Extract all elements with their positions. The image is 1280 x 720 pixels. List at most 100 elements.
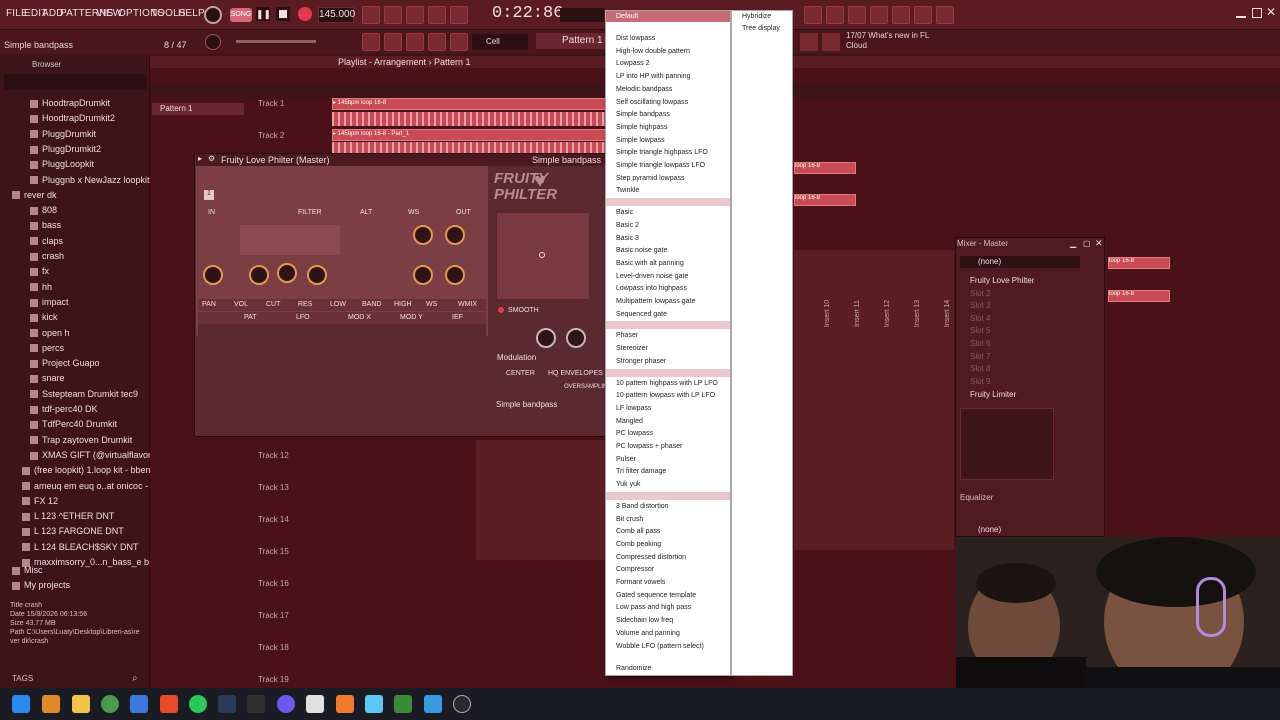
ws-amount-knob[interactable] [413, 225, 433, 245]
preset-menu-item[interactable]: Wobble LFO (pattern select) [616, 643, 704, 650]
dropdown-header[interactable]: Default [606, 11, 730, 22]
snap-select[interactable]: Cell [472, 34, 528, 50]
preset-menu-item[interactable]: Basic 3 [616, 235, 639, 242]
envelope-tab[interactable]: BAND [362, 301, 381, 308]
store-icon[interactable] [130, 695, 148, 713]
filter-type-panel[interactable] [240, 225, 340, 255]
rewind-icon[interactable] [406, 33, 424, 51]
playlist-icon[interactable] [362, 33, 380, 51]
hybridize-item[interactable]: Hybridize [742, 13, 771, 20]
vol-knob[interactable] [203, 265, 223, 285]
preset-menu-item[interactable]: Simple triangle highpass LFO [616, 149, 708, 156]
envelope-tab[interactable]: RES [298, 301, 312, 308]
windows-start-icon[interactable] [12, 695, 30, 713]
app-icon[interactable] [247, 695, 265, 713]
mod-x-knob[interactable] [536, 328, 556, 348]
preset-menu-item[interactable]: Formant vowels [616, 579, 665, 586]
preset-menu-item[interactable]: Comb all pass [616, 528, 660, 535]
envelope-tab[interactable]: WMIX [458, 301, 477, 308]
track-label[interactable]: Track 14 [258, 515, 289, 524]
cut-knob[interactable] [277, 263, 297, 283]
track-label[interactable]: Track 1 [258, 99, 284, 108]
tree-display-item[interactable]: Tree display [742, 25, 780, 32]
envelope-subtab[interactable]: LFO [296, 314, 310, 321]
track-label[interactable]: Track 16 [258, 579, 289, 588]
song-mode-indicator[interactable]: SONG [230, 8, 252, 22]
maximize-icon[interactable]: ▢ [1083, 239, 1091, 248]
preset-menu-item[interactable]: Simple bandpass [616, 111, 670, 118]
track-label[interactable]: Track 15 [258, 547, 289, 556]
mixer-slot[interactable]: Slot 2 [970, 289, 990, 298]
wait-input-icon[interactable] [384, 6, 402, 24]
app-icon-green[interactable] [394, 695, 412, 713]
browser-toggle-icon[interactable] [800, 33, 818, 51]
close-icon[interactable]: ✕ [1095, 238, 1103, 249]
track-label[interactable]: Track 13 [258, 483, 289, 492]
microphone-icon[interactable] [826, 6, 844, 24]
mixer-preset-select[interactable]: (none) [960, 256, 1080, 268]
preset-menu-item[interactable]: Simple triangle lowpass LFO [616, 162, 705, 169]
stop-icon[interactable] [276, 7, 290, 21]
preset-menu-item[interactable]: Twinkle [616, 187, 639, 194]
preset-menu-item[interactable]: Simple lowpass [616, 137, 665, 144]
news-icon[interactable] [822, 33, 840, 51]
preset-menu-item[interactable]: Basic [616, 209, 633, 216]
piano-roll-icon[interactable] [892, 6, 910, 24]
fl-studio-taskbar-icon[interactable] [42, 695, 60, 713]
mod-y-knob[interactable] [566, 328, 586, 348]
mixer-slot[interactable]: Slot 4 [970, 314, 990, 323]
master-pitch-slider[interactable] [236, 40, 316, 43]
randomize-item[interactable]: Randomize [616, 665, 651, 672]
hq-envelopes-label[interactable]: HQ ENVELOPES [548, 370, 603, 377]
info-icon[interactable] [914, 6, 932, 24]
steam-icon[interactable] [218, 695, 236, 713]
pan-knob[interactable] [445, 225, 465, 245]
menu-help[interactable]: HELP [178, 8, 205, 19]
plugin-gear-icon[interactable]: ⚙ [208, 154, 215, 163]
preset-menu-item[interactable]: PC lowpass [616, 430, 653, 437]
preset-menu-item[interactable]: Comb peaking [616, 541, 661, 548]
photos-icon[interactable] [424, 695, 442, 713]
out-vol-knob[interactable] [445, 265, 465, 285]
browser-file-item[interactable]: (free loopkit) 1.loop kit - bbeno [22, 465, 170, 480]
envelope-subtab[interactable]: IEF [452, 314, 463, 321]
track-label[interactable]: Track 17 [258, 611, 289, 620]
audio-clip[interactable]: loop 16-8 [794, 194, 856, 206]
save-icon[interactable] [870, 6, 888, 24]
master-volume-knob[interactable] [205, 34, 221, 50]
link-icon[interactable] [428, 33, 446, 51]
pattern-song-toggle[interactable] [204, 6, 222, 24]
preset-menu-item[interactable]: Compressed distortion [616, 554, 686, 561]
preset-menu-item[interactable]: High-low double pattern [616, 48, 690, 55]
envelope-editor[interactable] [198, 324, 486, 410]
browser-file-item[interactable]: L 124 BLEACH$SKY DNT [22, 542, 170, 557]
github-icon[interactable] [453, 695, 471, 713]
preset-menu-item[interactable]: Stereoizer [616, 345, 648, 352]
page-number[interactable]: 1 [204, 190, 214, 200]
preset-menu-item[interactable]: Self oscillating lowpass [616, 99, 688, 106]
preset-menu-item[interactable]: Gated sequence template [616, 592, 696, 599]
preset-menu-item[interactable]: Volume and panning [616, 630, 680, 637]
preset-menu-item[interactable]: Sidechain low freq [616, 617, 673, 624]
maximize-icon[interactable] [1252, 8, 1262, 18]
browser-folder-item[interactable]: rever dk [12, 190, 160, 205]
preset-menu-item[interactable]: Step pyramid lowpass [616, 175, 684, 182]
envelope-subtab[interactable]: PAT [244, 314, 257, 321]
chrome-icon[interactable] [101, 695, 119, 713]
mixer-slot[interactable]: Slot 9 [970, 377, 990, 386]
preset-menu-item[interactable]: Stronger phaser [616, 358, 666, 365]
envelope-subtab[interactable]: MOD X [348, 314, 371, 321]
plugin-menu-arrow-icon[interactable]: ▸ [198, 154, 202, 163]
minimize-icon[interactable]: ▁ [1070, 239, 1076, 248]
mixer-slot[interactable]: Slot 8 [970, 364, 990, 373]
plugin-preset-name[interactable]: Simple bandpass [532, 155, 601, 165]
tempo-display[interactable]: 145.000 [318, 7, 355, 23]
brave-icon[interactable] [160, 695, 178, 713]
audio-clip[interactable]: loop 16-8 [794, 162, 856, 174]
track-label[interactable]: Track 2 [258, 131, 284, 140]
preset-menu-item[interactable]: Lowpass into highpass [616, 285, 687, 292]
mixer-slot[interactable]: Slot 6 [970, 339, 990, 348]
preset-menu-item[interactable]: Basic noise gate [616, 247, 667, 254]
preset-menu-item[interactable]: LP into HP with panning [616, 73, 690, 80]
preset-menu-item[interactable]: Bit crush [616, 516, 643, 523]
